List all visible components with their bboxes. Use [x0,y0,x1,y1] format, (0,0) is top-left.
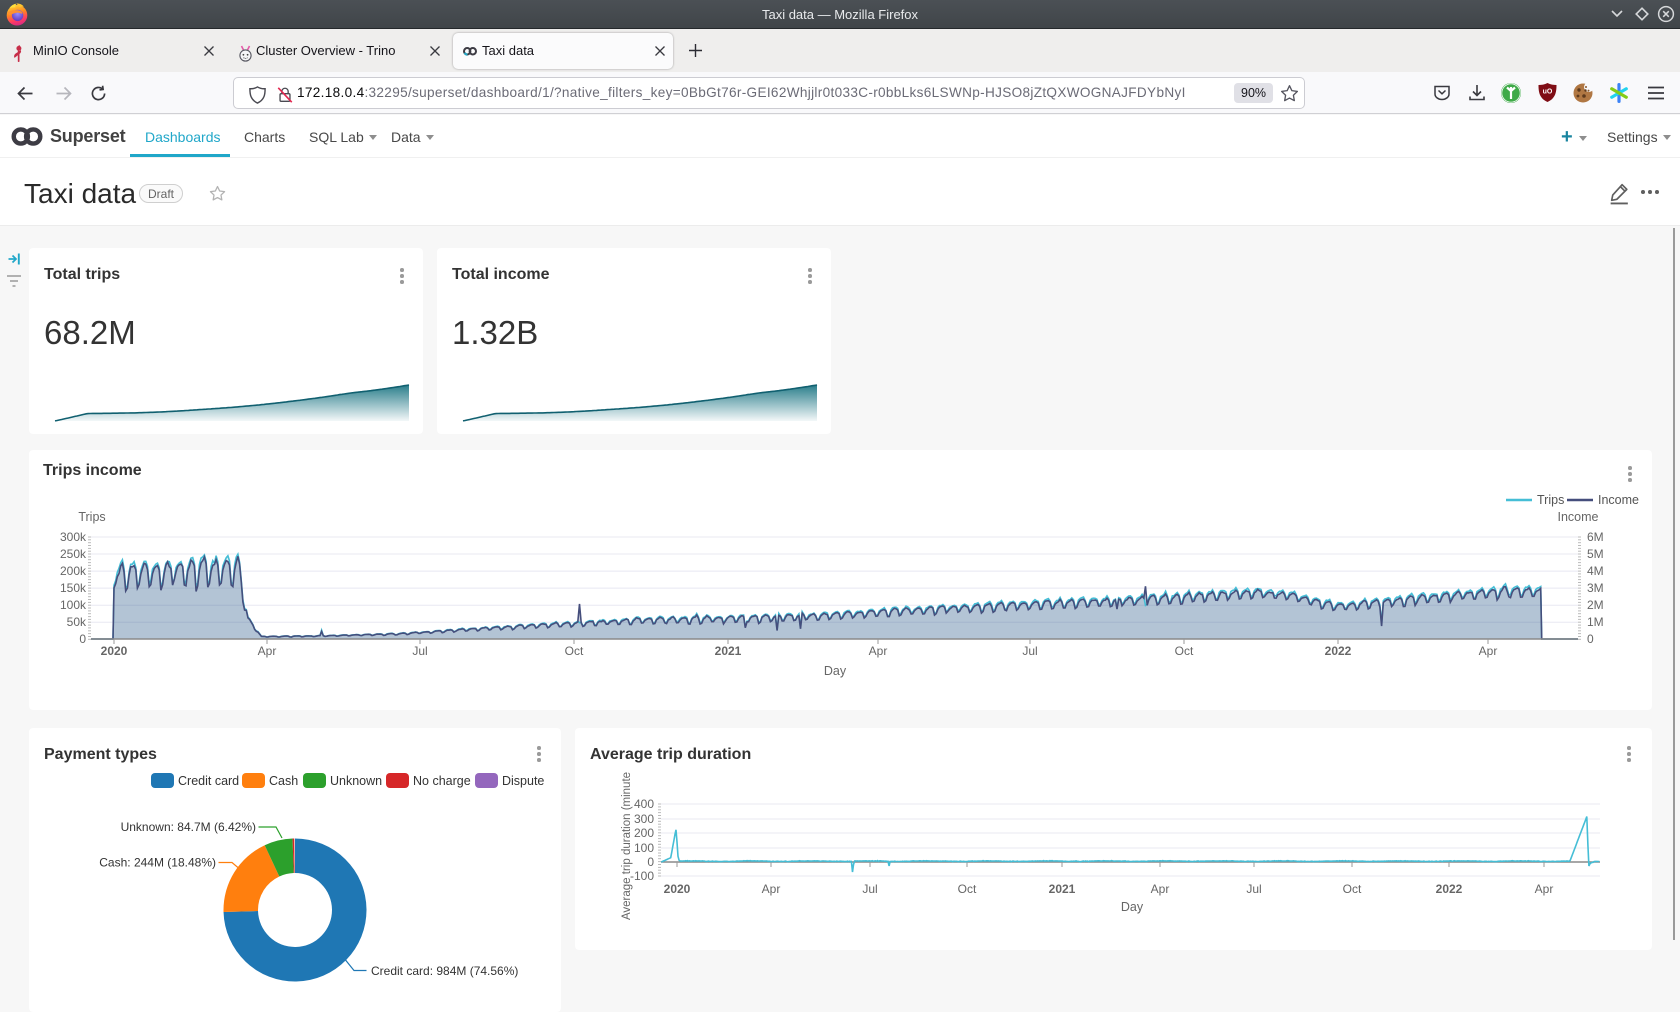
svg-text:2021: 2021 [715,644,742,658]
svg-text:Average trip duration (minute: Average trip duration (minute [621,772,633,920]
svg-text:250k: 250k [60,547,87,561]
svg-text:Cash: 244M (18.48%): Cash: 244M (18.48%) [99,856,216,870]
svg-text:Apr: Apr [762,882,781,896]
svg-text:2021: 2021 [1049,882,1076,896]
svg-text:100k: 100k [60,598,87,612]
svg-text:3M: 3M [1587,581,1604,595]
svg-text:2020: 2020 [664,882,691,896]
svg-text:Credit card: 984M (74.56%): Credit card: 984M (74.56%) [371,964,518,978]
svg-text:Oct: Oct [1343,882,1362,896]
svg-text:2022: 2022 [1325,644,1352,658]
svg-text:0: 0 [647,855,654,869]
svg-text:6M: 6M [1587,530,1604,544]
svg-text:Trips: Trips [78,510,105,524]
svg-text:150k: 150k [60,581,87,595]
svg-text:No charge: No charge [413,774,471,788]
svg-text:Dispute: Dispute [502,774,544,788]
svg-text:Apr: Apr [1535,882,1554,896]
svg-text:100: 100 [634,841,654,855]
svg-text:200k: 200k [60,564,87,578]
svg-text:Unknown: Unknown [330,774,382,788]
svg-text:2M: 2M [1587,598,1604,612]
svg-text:Apr: Apr [258,644,277,658]
svg-text:Jul: Jul [862,882,877,896]
svg-text:Day: Day [824,664,847,678]
svg-text:Credit card: Credit card [178,774,239,788]
svg-text:Cash: Cash [269,774,298,788]
svg-text:50k: 50k [67,615,87,629]
svg-text:Income: Income [1558,510,1599,524]
svg-text:2020: 2020 [101,644,128,658]
svg-text:Apr: Apr [1151,882,1170,896]
svg-text:Apr: Apr [1479,644,1498,658]
svg-text:300: 300 [634,812,654,826]
svg-text:200: 200 [634,826,654,840]
svg-text:Income: Income [1598,493,1639,507]
svg-text:0: 0 [1587,632,1594,646]
svg-text:Oct: Oct [565,644,584,658]
svg-text:Unknown: 84.7M (6.42%): Unknown: 84.7M (6.42%) [121,820,256,834]
svg-text:Oct: Oct [1175,644,1194,658]
svg-text:4M: 4M [1587,564,1604,578]
svg-text:Jul: Jul [1246,882,1261,896]
svg-text:uO: uO [1543,89,1553,96]
svg-text:5M: 5M [1587,547,1604,561]
svg-text:1M: 1M [1587,615,1604,629]
svg-text:2022: 2022 [1436,882,1463,896]
svg-text:Day: Day [1121,900,1144,914]
svg-text:Jul: Jul [1022,644,1037,658]
svg-text:Trips: Trips [1537,493,1564,507]
svg-text:Oct: Oct [958,882,977,896]
svg-text:Jul: Jul [412,644,427,658]
svg-text:-100: -100 [630,869,654,883]
svg-text:400: 400 [634,797,654,811]
svg-text:0: 0 [79,632,86,646]
svg-text:300k: 300k [60,530,87,544]
svg-text:Apr: Apr [869,644,888,658]
